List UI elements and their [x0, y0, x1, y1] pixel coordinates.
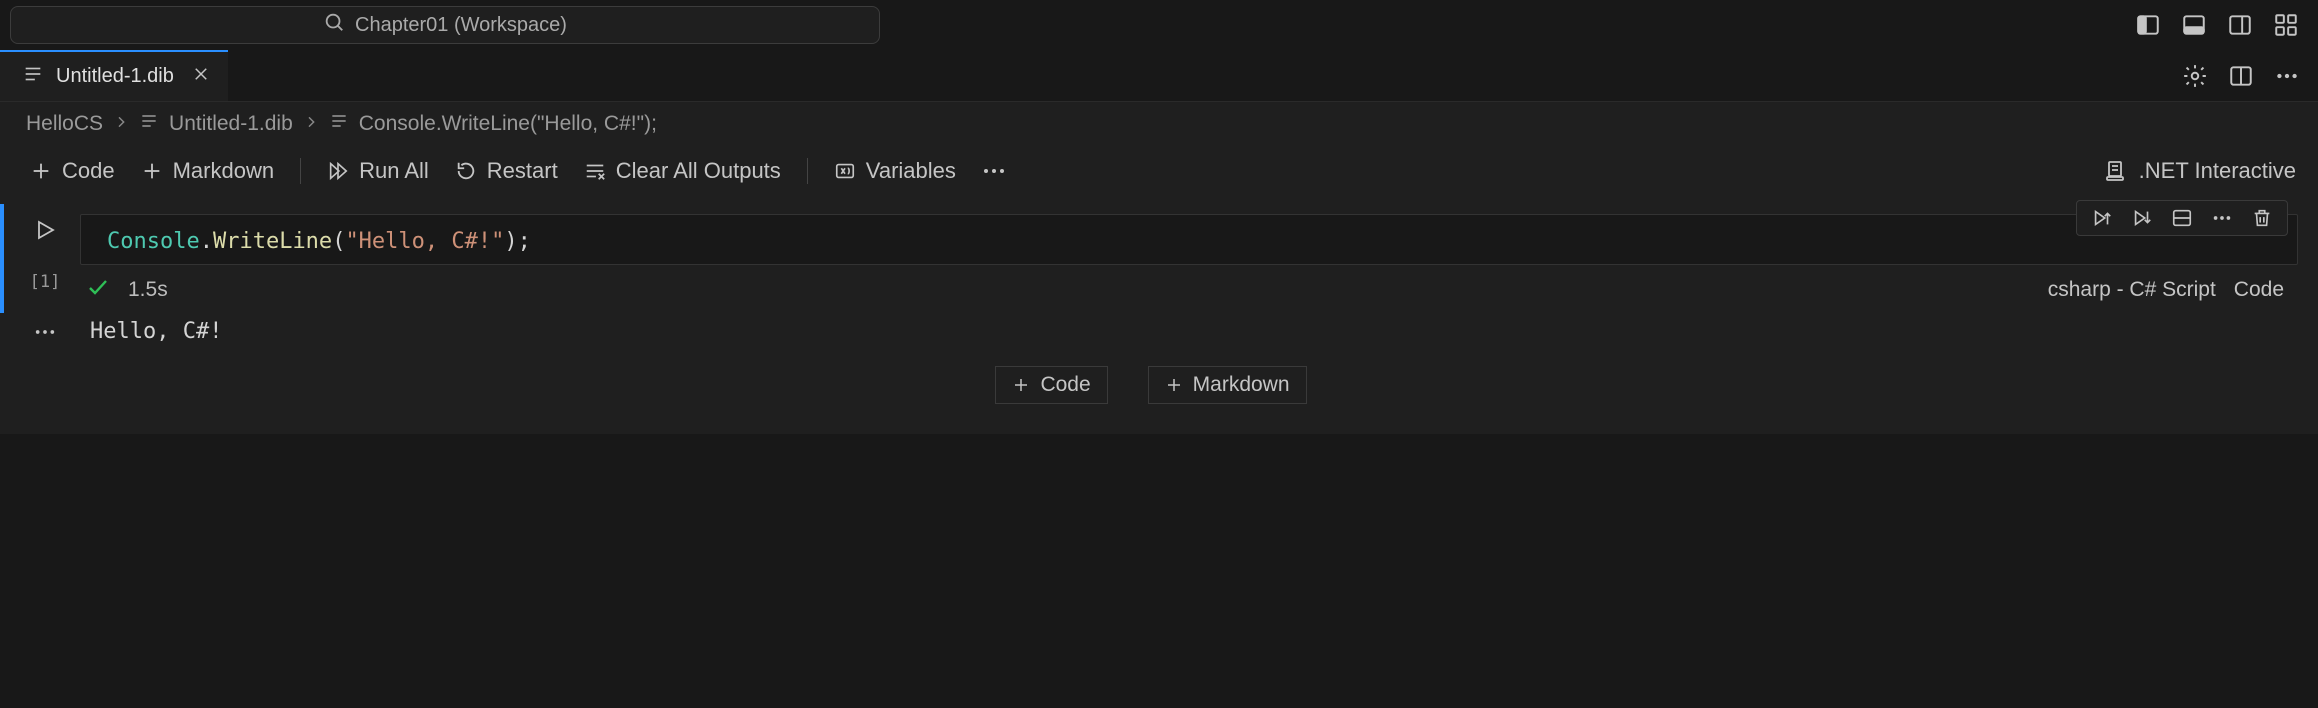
add-markdown-button[interactable]: Markdown [133, 154, 282, 188]
split-cell-icon[interactable] [2171, 207, 2193, 229]
code-cell: [1] Console.WriteLine("Hello, C#!"); 1.5… [0, 204, 2302, 313]
token-string: "Hello, C#!" [345, 229, 504, 254]
output-menu-button[interactable] [10, 328, 80, 336]
token-type: Console [107, 229, 200, 254]
toggle-sidebar-left-icon[interactable] [2134, 11, 2162, 39]
run-cell-button[interactable] [33, 218, 57, 248]
kernel-label: .NET Interactive [2139, 158, 2296, 184]
symbol-icon [329, 111, 349, 137]
more-icon[interactable] [2274, 63, 2300, 89]
token-func: WriteLine [213, 229, 332, 254]
tabstrip: Untitled-1.dib [0, 50, 2318, 102]
check-icon [86, 275, 110, 305]
restart-icon [455, 160, 477, 182]
tab-label: Untitled-1.dib [56, 65, 174, 88]
server-icon [2103, 159, 2127, 183]
button-label: Code [62, 158, 115, 184]
breadcrumb[interactable]: HelloCS Untitled-1.dib Console.WriteLine… [0, 102, 2318, 146]
variables-button[interactable]: Variables [826, 154, 964, 188]
titlebar: Chapter01 (Workspace) [0, 0, 2318, 50]
insert-code-button[interactable]: Code [995, 366, 1107, 404]
token-punct: ( [332, 229, 345, 254]
breadcrumb-segment-symbol[interactable]: Console.WriteLine("Hello, C#!"); [329, 111, 657, 137]
execution-count: [1] [30, 272, 61, 292]
kernel-picker[interactable]: .NET Interactive [2103, 158, 2296, 184]
cell-kind-picker[interactable]: Code [2234, 278, 2284, 302]
cell-gutter: [1] [10, 204, 80, 313]
breadcrumb-label: HelloCS [26, 112, 103, 136]
separator [807, 158, 808, 184]
gear-icon[interactable] [2182, 63, 2208, 89]
split-editor-icon[interactable] [2228, 63, 2254, 89]
cell-focus-indicator [0, 204, 4, 313]
button-label: Clear All Outputs [616, 158, 781, 184]
notebook-toolbar: Code Markdown Run All Restart Clear All … [0, 146, 2318, 196]
variables-icon [834, 160, 856, 182]
cell-duration: 1.5s [128, 278, 168, 302]
insert-cell-buttons: Code Markdown [0, 350, 2302, 404]
notebook-cells: [1] Console.WriteLine("Hello, C#!"); 1.5… [0, 196, 2318, 434]
toolbar-more-button[interactable] [974, 163, 1014, 179]
run-below-icon[interactable] [2131, 207, 2153, 229]
token-punct: . [200, 229, 213, 254]
plus-icon [1012, 376, 1030, 394]
code-editor[interactable]: Console.WriteLine("Hello, C#!"); [80, 214, 2298, 265]
button-label: Code [1040, 373, 1090, 397]
run-all-icon [327, 160, 349, 182]
tab-untitled[interactable]: Untitled-1.dib [0, 50, 228, 101]
token-punct: ; [518, 229, 531, 254]
tabstrip-actions [2182, 50, 2318, 101]
button-label: Markdown [1193, 373, 1290, 397]
restart-button[interactable]: Restart [447, 154, 566, 188]
button-label: Restart [487, 158, 558, 184]
clear-outputs-button[interactable]: Clear All Outputs [576, 154, 789, 188]
plus-icon [141, 160, 163, 182]
add-code-button[interactable]: Code [22, 154, 123, 188]
cell-action-toolbar [2076, 200, 2288, 236]
notebook-file-icon [139, 111, 159, 137]
more-icon [982, 167, 1006, 175]
separator [300, 158, 301, 184]
button-label: Markdown [173, 158, 274, 184]
cell-output-text: Hello, C#! [80, 313, 2302, 350]
plus-icon [1165, 376, 1183, 394]
breadcrumb-label: Untitled-1.dib [169, 112, 293, 136]
more-icon[interactable] [2211, 207, 2233, 229]
breadcrumb-segment-file[interactable]: Untitled-1.dib [139, 111, 293, 137]
chevron-right-icon [113, 112, 129, 136]
customize-layout-icon[interactable] [2272, 11, 2300, 39]
insert-markdown-button[interactable]: Markdown [1148, 366, 1307, 404]
toggle-sidebar-right-icon[interactable] [2226, 11, 2254, 39]
breadcrumb-segment-project[interactable]: HelloCS [26, 112, 103, 136]
plus-icon [30, 160, 52, 182]
command-center-search[interactable]: Chapter01 (Workspace) [10, 6, 880, 44]
code-line: Console.WriteLine("Hello, C#!"); [107, 229, 2275, 254]
chevron-right-icon [303, 112, 319, 136]
run-all-button[interactable]: Run All [319, 154, 437, 188]
token-punct: ) [504, 229, 517, 254]
cell-output-row: Hello, C#! [0, 313, 2302, 350]
button-label: Run All [359, 158, 429, 184]
search-icon [323, 11, 345, 39]
cell-status-row: 1.5s csharp - C# Script Code [80, 265, 2302, 313]
cell-language-picker[interactable]: csharp - C# Script [2048, 278, 2216, 302]
close-icon[interactable] [192, 65, 210, 89]
run-above-icon[interactable] [2091, 207, 2113, 229]
workspace-label: Chapter01 (Workspace) [355, 14, 567, 37]
notebook-file-icon [22, 63, 44, 91]
titlebar-layout-controls [2134, 11, 2308, 39]
clear-outputs-icon [584, 160, 606, 182]
toggle-panel-bottom-icon[interactable] [2180, 11, 2208, 39]
trash-icon[interactable] [2251, 207, 2273, 229]
breadcrumb-label: Console.WriteLine("Hello, C#!"); [359, 112, 657, 136]
button-label: Variables [866, 158, 956, 184]
